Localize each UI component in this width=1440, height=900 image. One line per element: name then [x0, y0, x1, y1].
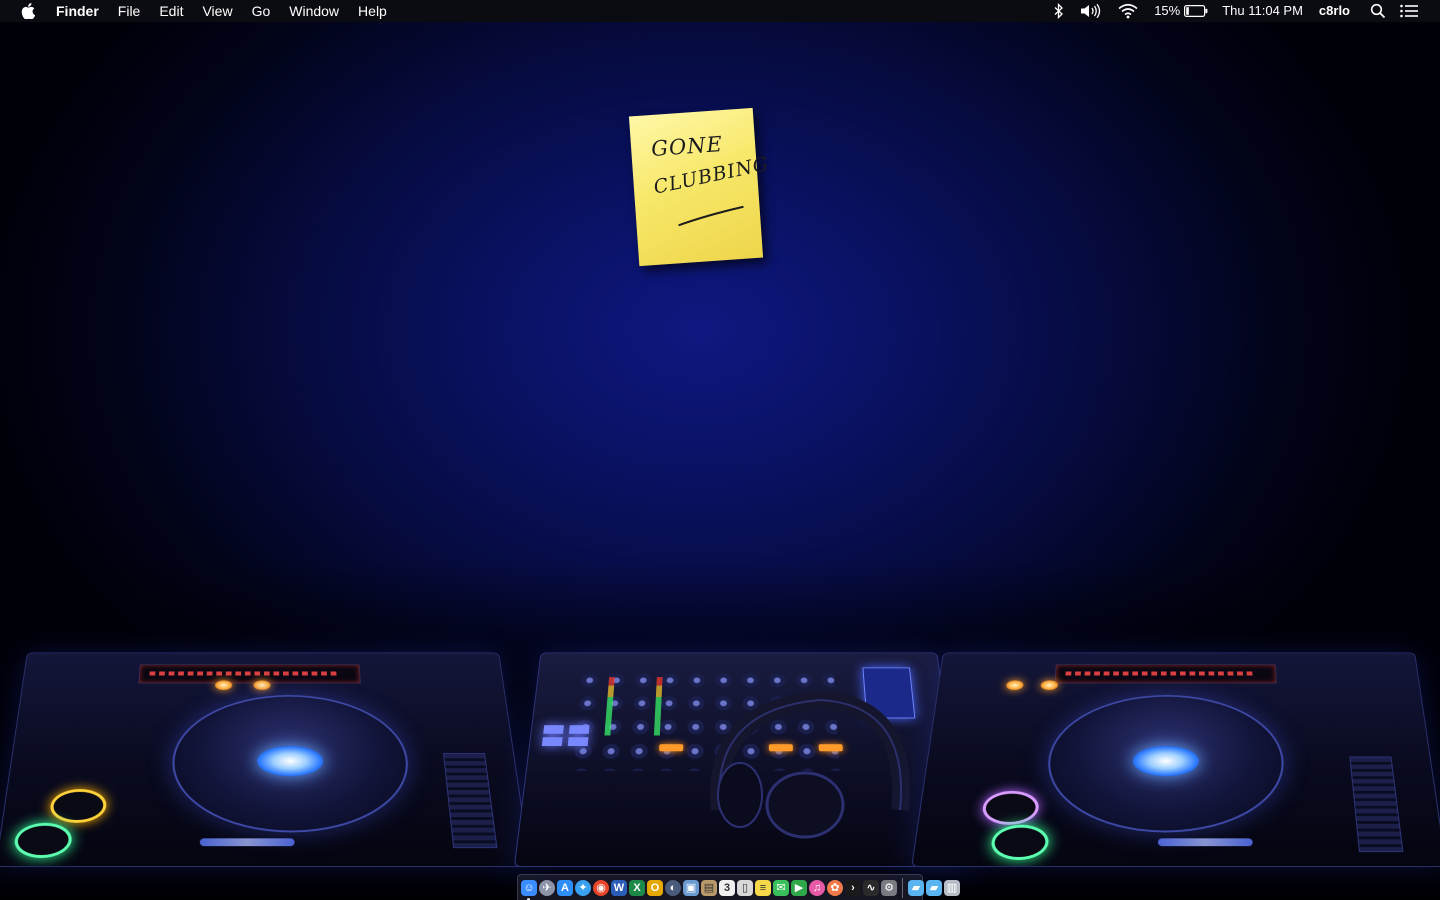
deck-left-brand-mark	[199, 838, 295, 847]
activity-monitor-icon[interactable]: ∿	[863, 879, 879, 896]
deck-left-tempo-fader	[443, 753, 498, 849]
battery-status[interactable]: 15%	[1154, 0, 1208, 22]
terminal-icon[interactable]: ›	[845, 879, 861, 896]
preview-icon[interactable]: ▣	[683, 879, 699, 896]
downloads-folder-icon[interactable]: ▰	[926, 879, 942, 896]
deck-left-jog-center	[256, 745, 324, 777]
battery-percent: 15%	[1154, 3, 1181, 18]
word-icon[interactable]: W	[611, 879, 627, 896]
battery-icon	[1184, 5, 1208, 17]
deck-right-display	[1054, 664, 1277, 684]
deck-right-tempo-fader	[1349, 756, 1404, 853]
notes-icon[interactable]: ≡	[755, 879, 771, 896]
app-name-menu[interactable]: Finder	[56, 0, 99, 22]
menu-window[interactable]: Window	[289, 0, 339, 22]
cdj-deck-left	[0, 652, 531, 868]
sticky-note-paper: GONE CLUBBING	[628, 107, 771, 267]
dock-separator	[902, 877, 903, 898]
spotlight-search-icon[interactable]	[1370, 0, 1386, 22]
deck-right-jog-wheel	[1042, 695, 1288, 833]
sticky-note-underline	[678, 205, 744, 227]
menu-file[interactable]: File	[118, 0, 141, 22]
wifi-icon[interactable]	[1118, 0, 1138, 22]
excel-icon[interactable]: X	[629, 879, 645, 896]
outlook-icon[interactable]: O	[647, 879, 663, 896]
document-icon[interactable]: ▯	[737, 879, 753, 896]
menu-go[interactable]: Go	[252, 0, 271, 22]
apple-menu-icon[interactable]	[20, 0, 36, 22]
deck-left-play-button	[12, 822, 74, 859]
launchpad-icon[interactable]: ✈	[539, 879, 555, 896]
quicktime-icon[interactable]: ◐	[665, 879, 681, 896]
deck-right-play-button	[989, 824, 1050, 861]
app-store-icon[interactable]: A	[557, 879, 573, 896]
deck-left-led-2	[253, 680, 271, 691]
volume-icon[interactable]	[1080, 0, 1102, 22]
bluetooth-icon[interactable]	[1054, 0, 1064, 22]
photos-icon[interactable]: ✿	[827, 879, 843, 896]
deck-left-cue-button	[48, 789, 108, 823]
menu-bar: Finder File Edit View Go Window Help 15%…	[0, 0, 1440, 22]
messages-icon[interactable]: ✉	[773, 879, 789, 896]
menu-view[interactable]: View	[202, 0, 232, 22]
menu-edit[interactable]: Edit	[159, 0, 183, 22]
sticky-note: GONE CLUBBING	[628, 107, 771, 267]
deck-right-led-2	[1040, 680, 1059, 691]
menu-bar-status-area: 15% Thu 11:04 PM c8rlo	[1054, 0, 1440, 22]
deck-left-display	[138, 664, 361, 684]
deck-right-led-1	[1005, 680, 1024, 691]
menu-help[interactable]: Help	[358, 0, 387, 22]
clock-text: Thu 11:04 PM	[1222, 3, 1303, 18]
sticky-note-line-1: GONE	[650, 132, 724, 162]
deck-left-jog-wheel	[168, 695, 414, 833]
facetime-icon[interactable]: ▶	[791, 879, 807, 896]
battery-fill	[1186, 7, 1190, 15]
headphones	[710, 690, 910, 839]
cdj-deck-right	[911, 652, 1440, 868]
user-account-menu[interactable]: c8rlo	[1319, 0, 1350, 22]
notification-center-icon[interactable]	[1400, 0, 1418, 22]
deck-right-jog-center	[1132, 745, 1200, 777]
deck-right-brand-mark	[1157, 838, 1253, 847]
applications-folder-icon[interactable]: ▰	[908, 879, 924, 896]
mixer-pads	[541, 725, 592, 748]
finder-icon[interactable]: ☺	[521, 879, 537, 900]
calendar-icon[interactable]: 3	[719, 879, 735, 896]
menu-bar-left: Finder File Edit View Go Window Help	[0, 0, 406, 22]
mixer-cue-light-1	[659, 744, 684, 752]
chrome-icon[interactable]: ◉	[593, 879, 609, 896]
itunes-icon[interactable]: ♫	[809, 879, 825, 896]
trash-icon[interactable]: ▥	[944, 879, 960, 896]
dock: ☺ ✈ A ✦ ◉ W X O ◐ ▣ ▤ 3 ▯ ≡ ✉ ▶ ♫ ✿ › ∿ ⚙ ▰ ▰ ▥	[517, 874, 960, 900]
safari-icon[interactable]: ✦	[575, 879, 591, 896]
deck-right-cue-button	[980, 790, 1040, 825]
contacts-icon[interactable]: ▤	[701, 879, 717, 896]
clock[interactable]: Thu 11:04 PM	[1222, 0, 1303, 22]
system-preferences-icon[interactable]: ⚙	[881, 879, 897, 896]
user-name: c8rlo	[1318, 3, 1350, 18]
deck-left-led-1	[214, 680, 233, 691]
